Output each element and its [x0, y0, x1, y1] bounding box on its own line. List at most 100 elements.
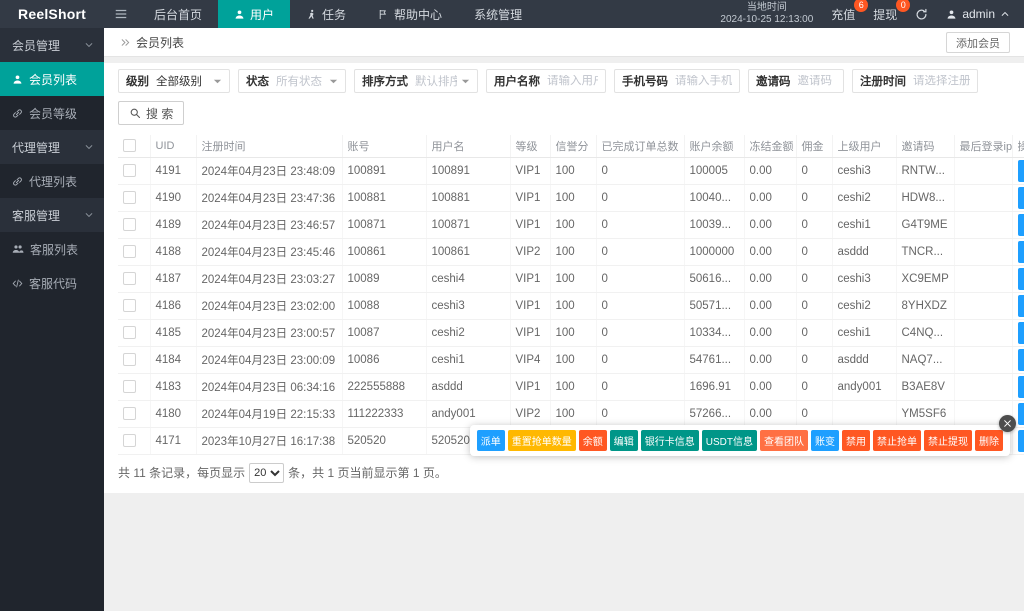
row-action-button[interactable]: 银行卡信息: [640, 430, 699, 451]
cell-username: 100861: [426, 238, 511, 266]
dispatch-order-button[interactable]: 派单: [1017, 267, 1024, 290]
status-filter-select[interactable]: 状态 所有状态: [238, 69, 346, 93]
row-action-button[interactable]: 账变: [811, 430, 839, 451]
sidebar-item[interactable]: 代理管理: [0, 130, 104, 164]
cell-credit: 100: [550, 265, 597, 293]
table-row: 4184 2024年04月23日 23:00:09 10086 ceshi1 V…: [118, 346, 1024, 374]
dispatch-order-button[interactable]: 派单: [1017, 159, 1024, 182]
local-time-value: 2024-10-25 12:13:00: [720, 14, 814, 25]
search-button[interactable]: 搜 索: [118, 101, 185, 125]
sidebar-item[interactable]: 会员等级: [0, 96, 104, 130]
close-icon[interactable]: [999, 415, 1016, 432]
dispatch-order-button[interactable]: 派单: [1017, 429, 1024, 452]
row-checkbox[interactable]: [123, 245, 136, 258]
register-time-input[interactable]: [913, 75, 970, 87]
cell-level: VIP1: [510, 265, 551, 293]
dispatch-order-button[interactable]: 派单: [1017, 348, 1024, 371]
invite-code-input[interactable]: [797, 75, 836, 87]
sidebar-item-label: 客服代码: [29, 276, 78, 291]
cell-credit: 100: [550, 157, 597, 185]
cell-reg-time: 2024年04月23日 23:00:57: [196, 319, 343, 347]
withdraw-button[interactable]: 提现 0: [873, 0, 911, 23]
column-header: 用户名: [426, 135, 511, 158]
cell-commission: 0: [796, 265, 833, 293]
dispatch-order-button[interactable]: 派单: [1017, 402, 1024, 425]
row-action-button[interactable]: USDT信息: [701, 430, 757, 451]
top-nav-item[interactable]: 帮助中心: [362, 0, 458, 28]
row-action-button[interactable]: 禁用: [842, 430, 870, 451]
sidebar-item[interactable]: 代理列表: [0, 164, 104, 198]
phone-input[interactable]: [675, 75, 732, 87]
dispatch-order-button[interactable]: 派单: [1017, 213, 1024, 236]
select-all-checkbox[interactable]: [123, 139, 136, 153]
sidebar-item-label: 会员等级: [29, 106, 78, 121]
row-checkbox[interactable]: [123, 380, 136, 393]
row-checkbox[interactable]: [123, 434, 136, 447]
row-action-button[interactable]: 编辑: [609, 430, 638, 451]
member-table: UID 注册时间 账号 用户名 等级 信誉分 已完成订单总数 账户余额 冻结金额 佣金 上级用户 邀请…: [118, 135, 1024, 455]
column-header: 最后登录ip: [954, 135, 1013, 158]
sidebar-item[interactable]: 客服管理: [0, 198, 104, 232]
cell-last-ip: [954, 184, 1013, 212]
row-checkbox[interactable]: [123, 191, 136, 204]
tab-member-list[interactable]: 会员列表: [104, 28, 200, 56]
cell-username: ceshi2: [426, 319, 511, 347]
row-action-button[interactable]: 禁止提现: [924, 430, 972, 451]
sidebar-item[interactable]: 会员管理: [0, 28, 104, 62]
top-nav-item[interactable]: 系统管理: [458, 0, 538, 28]
level-filter-select[interactable]: 级别 全部级别: [118, 69, 230, 93]
top-nav: 后台首页 用户 任务 帮助中心 系统管理: [138, 0, 538, 28]
menu-toggle-icon[interactable]: [104, 0, 138, 28]
top-nav-item[interactable]: 任务: [290, 0, 362, 28]
row-action-button[interactable]: 查看团队: [760, 430, 808, 451]
nav-item-icon: [306, 9, 317, 20]
cell-frozen: 0.00: [744, 373, 797, 401]
cell-username: ceshi1: [426, 346, 511, 374]
recharge-button[interactable]: 充值 6: [831, 0, 869, 23]
cell-account: 520520: [342, 427, 427, 455]
row-action-button[interactable]: 删除: [975, 430, 1003, 451]
cell-frozen: 0.00: [744, 238, 797, 266]
top-nav-item[interactable]: 用户: [218, 0, 291, 28]
row-action-button[interactable]: 重置抢单数量: [507, 430, 576, 451]
cell-balance: 10334...: [684, 319, 745, 347]
cell-orders: 0: [596, 292, 685, 320]
row-action-button[interactable]: 余额: [578, 430, 607, 451]
row-checkbox[interactable]: [123, 353, 136, 366]
sort-filter-select[interactable]: 排序方式 默认排序: [354, 69, 478, 93]
row-checkbox[interactable]: [123, 326, 136, 339]
cell-frozen: 0.00: [744, 265, 797, 293]
cell-last-ip: [954, 211, 1013, 239]
dispatch-order-button[interactable]: 派单: [1017, 186, 1024, 209]
sidebar-item[interactable]: 客服列表: [0, 232, 104, 266]
nav-item-label: 任务: [322, 7, 347, 22]
refresh-icon[interactable]: [915, 8, 928, 21]
cell-account: 10086: [342, 346, 427, 374]
dispatch-order-button[interactable]: 派单: [1017, 294, 1024, 317]
admin-menu[interactable]: admin: [946, 7, 1010, 21]
row-checkbox[interactable]: [123, 218, 136, 231]
row-checkbox[interactable]: [123, 299, 136, 312]
cell-reg-time: 2024年04月23日 23:03:27: [196, 265, 343, 293]
dispatch-order-button[interactable]: 派单: [1017, 240, 1024, 263]
row-action-button[interactable]: 派单: [476, 430, 505, 451]
row-checkbox[interactable]: [123, 407, 136, 420]
row-checkbox[interactable]: [123, 272, 136, 285]
table-row: 4188 2024年04月23日 23:45:46 100861 100861 …: [118, 238, 1024, 266]
row-action-button[interactable]: 禁止抢单: [873, 430, 921, 451]
row-actions-popup: 派单 重置抢单数量 余额 编辑 银行卡信息 USDT信息 查看团队 账变 禁用 …: [469, 425, 1010, 456]
dispatch-order-button[interactable]: 派单: [1017, 321, 1024, 344]
dispatch-order-button[interactable]: 派单: [1017, 375, 1024, 398]
add-member-button[interactable]: 添加会员: [946, 32, 1010, 53]
top-nav-item[interactable]: 后台首页: [138, 0, 218, 28]
double-angle-icon: [120, 37, 131, 48]
row-checkbox[interactable]: [123, 164, 136, 177]
sidebar-item[interactable]: 客服代码: [0, 266, 104, 300]
sidebar-item-icon: [12, 243, 24, 255]
page-size-select[interactable]: 20: [249, 462, 285, 483]
column-header: 已完成订单总数: [596, 135, 685, 158]
cell-commission: 0: [796, 157, 833, 185]
cell-username: ceshi3: [426, 292, 511, 320]
sidebar-item[interactable]: 会员列表: [0, 62, 104, 96]
username-input[interactable]: [547, 75, 598, 87]
